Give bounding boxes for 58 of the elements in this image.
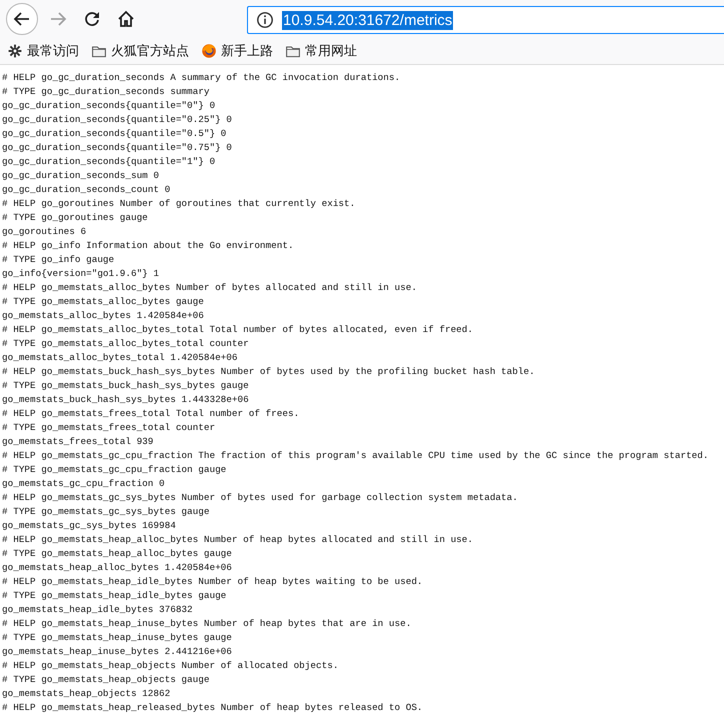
comment-line: # TYPE go_memstats_heap_inuse_bytes gauge [2,631,233,645]
comment-line: # HELP go_memstats_alloc_bytes_total Total number of bytes allocated, even if freed. [2,323,474,337]
reload-icon [82,9,102,29]
back-button[interactable] [6,3,38,35]
comment-line: # TYPE go_memstats_buck_hash_sys_bytes gauge [2,379,250,393]
comment-line: # HELP go_memstats_buck_hash_sys_bytes Number of bytes used by the profiling bucket hash table. [2,365,536,379]
comment-line: # HELP go_memstats_heap_alloc_bytes Number of heap bytes allocated and still in use. [2,533,474,547]
comment-line: # TYPE go_memstats_heap_objects gauge [2,673,210,687]
comment-line: # TYPE go_goroutines gauge [2,211,149,225]
home-icon [116,9,136,29]
metric-line: go_gc_duration_seconds{quantile="0.25"} 0 [2,113,233,127]
gear-icon [7,43,23,59]
comment-line: # TYPE go_memstats_heap_idle_bytes gauge [2,589,228,603]
comment-line: # HELP go_memstats_heap_inuse_bytes Number of heap bytes that are in use. [2,617,412,631]
comment-line: # HELP go_memstats_heap_idle_bytes Number of heap bytes waiting to be used. [2,575,424,589]
comment-line: # HELP go_memstats_heap_released_bytes Number of heap bytes released to OS. [2,701,424,715]
metric-line: go_memstats_gc_cpu_fraction 0 [2,477,166,491]
comment-line: # TYPE go_memstats_heap_alloc_bytes gauge [2,547,233,561]
comment-line: # TYPE go_info gauge [2,253,116,267]
comment-line: # HELP go_gc_duration_seconds A summary of the GC invocation durations. [2,71,402,85]
metric-line: go_gc_duration_seconds_count 0 [2,183,172,197]
comment-line: # HELP go_memstats_heap_objects Number of allocated objects. [2,659,340,673]
comment-line: # TYPE go_memstats_frees_total counter [2,421,216,435]
browser-logo-icon [201,43,217,59]
metric-line: go_memstats_gc_sys_bytes 169984 [2,519,177,533]
bookmark-item[interactable]: 最常访问 [7,42,79,60]
comment-line: # TYPE go_memstats_gc_cpu_fraction gauge [2,463,228,477]
metric-line: go_goroutines 6 [2,225,88,239]
comment-line: # HELP go_memstats_alloc_bytes Number of bytes allocated and still in use. [2,281,418,295]
metric-line: go_memstats_heap_objects 12862 [2,687,172,701]
metric-line: go_gc_duration_seconds{quantile="0.75"} 0 [2,141,233,155]
comment-line: # HELP go_memstats_gc_sys_bytes Number of bytes used for garbage collection system metadata. [2,491,519,505]
metric-line: go_gc_duration_seconds{quantile="0.5"} 0 [2,127,228,141]
comment-line: # HELP go_memstats_frees_total Total number of frees. [2,407,300,421]
metric-line: go_memstats_buck_hash_sys_bytes 1.443328e+06 [2,393,250,407]
comment-line: # TYPE go_gc_duration_seconds summary [2,85,210,99]
metric-line: go_gc_duration_seconds{quantile="0"} 0 [2,99,216,113]
metric-line: go_memstats_heap_idle_bytes 376832 [2,603,194,617]
comment-line: # HELP go_info Information about the Go environment. [2,239,295,253]
bookmark-item[interactable]: 常用网址 [285,42,357,60]
comment-line: # TYPE go_memstats_alloc_bytes gauge [2,295,205,309]
metric-line: go_memstats_alloc_bytes_total 1.420584e+06 [2,351,239,365]
metric-line: go_info{version="go1.9.6"} 1 [2,267,160,281]
address-bar[interactable]: 10.9.54.20:31672/metrics [247,6,724,34]
comment-line: # HELP go_memstats_gc_cpu_fraction The fraction of this program's available CPU time used by the GC since the program started. [2,449,710,463]
comment-line: # TYPE go_memstats_gc_sys_bytes gauge [2,505,210,519]
metric-line: go_memstats_frees_total 939 [2,435,154,449]
bookmark-item[interactable]: 火狐官方站点 [91,42,189,60]
bookmark-item[interactable]: 新手上路 [201,42,273,60]
metric-line: go_gc_duration_seconds{quantile="1"} 0 [2,155,216,169]
metric-line: go_memstats_heap_inuse_bytes 2.441216e+06 [2,645,233,659]
metric-line: go_gc_duration_seconds_sum 0 [2,169,160,183]
metric-line: go_memstats_alloc_bytes 1.420584e+06 [2,309,205,323]
metric-line: go_memstats_heap_alloc_bytes 1.420584e+06 [2,561,233,575]
comment-line: # HELP go_goroutines Number of goroutines that currently exist. [2,197,356,211]
info-icon [256,11,274,29]
comment-line: # TYPE go_memstats_alloc_bytes_total counter [2,337,250,351]
url-text: 10.9.54.20:31672/metrics [282,10,454,30]
